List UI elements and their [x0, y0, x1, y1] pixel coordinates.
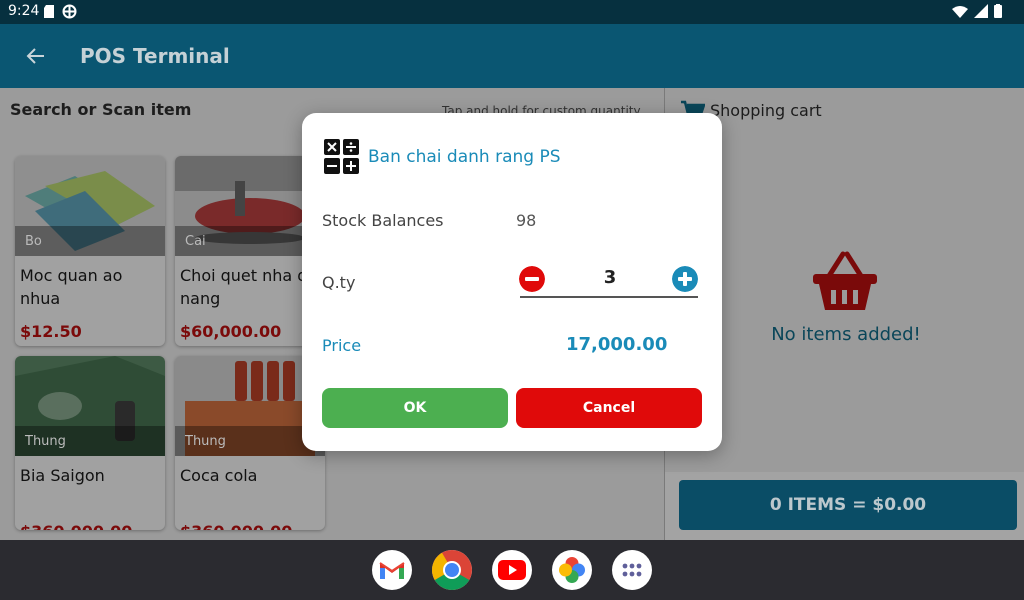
app-drawer-icon[interactable] [612, 550, 652, 590]
quantity-label: Q.ty [322, 273, 356, 292]
cart-total-area: 0 ITEMS = $0.00 [665, 472, 1024, 540]
stock-label: Stock Balances [322, 211, 444, 230]
product-card[interactable]: Thung Bia Saigon $360,000.00 [15, 356, 165, 530]
product-name: Coca cola [180, 466, 258, 485]
increment-icon[interactable] [672, 266, 698, 292]
battery-icon [994, 4, 1002, 18]
product-price: $12.50 [20, 322, 82, 341]
app-dock [0, 540, 1024, 600]
empty-basket-icon [813, 251, 877, 310]
vpn-icon [62, 4, 77, 19]
checkout-button[interactable]: 0 ITEMS = $0.00 [679, 480, 1017, 530]
product-unit: Thung [15, 426, 165, 456]
sd-card-icon [44, 5, 54, 18]
back-arrow-icon[interactable] [24, 44, 48, 68]
wifi-icon [952, 5, 968, 18]
chrome-icon[interactable] [432, 550, 472, 590]
decrement-icon[interactable] [519, 266, 545, 292]
price-label: Price [322, 336, 362, 355]
ok-button[interactable]: OK [322, 388, 508, 428]
app-bar: POS Terminal [0, 24, 1024, 88]
youtube-icon[interactable] [492, 550, 532, 590]
status-bar: 9:24 [0, 0, 1024, 24]
product-name: Moc quan ao nhua [20, 266, 123, 308]
product-price: $360,000.00 [20, 522, 132, 530]
product-name: Bia Saigon [20, 466, 105, 485]
quantity-underline [520, 296, 698, 298]
dialog-title: Ban chai danh rang PS [368, 147, 561, 167]
product-name: Choi quet nha da nang [180, 266, 318, 308]
cancel-button[interactable]: Cancel [516, 388, 702, 428]
quantity-input[interactable]: 3 [560, 267, 660, 288]
cart-title: Shopping cart [710, 101, 822, 120]
page-title: POS Terminal [80, 44, 230, 68]
signal-icon [974, 4, 988, 18]
price-value: 17,000.00 [566, 334, 668, 355]
clock: 9:24 [8, 3, 40, 19]
product-price: $360,000.00 [180, 522, 292, 530]
product-card[interactable]: Bo Moc quan ao nhua $12.50 [15, 156, 165, 346]
product-unit: Bo [15, 226, 165, 256]
search-heading: Search or Scan item [10, 100, 192, 119]
photos-icon[interactable] [552, 550, 592, 590]
gmail-icon[interactable] [372, 550, 412, 590]
quantity-dialog: Ban chai danh rang PS Stock Balances 98 … [302, 113, 722, 451]
calculator-icon [324, 139, 359, 174]
product-price: $60,000.00 [180, 322, 282, 341]
stock-value: 98 [516, 211, 537, 230]
